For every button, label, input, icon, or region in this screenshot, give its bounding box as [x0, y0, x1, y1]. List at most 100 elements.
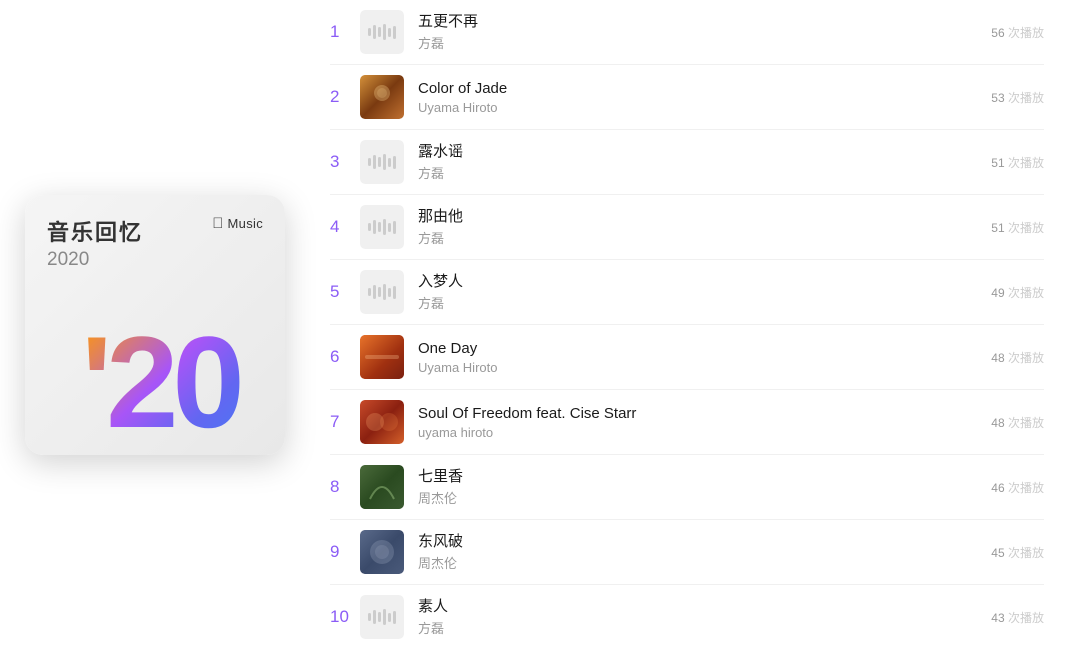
waveform-icon — [368, 154, 396, 170]
track-name: One Day — [418, 339, 975, 359]
track-artist: 周杰伦 — [418, 553, 975, 572]
plays-count: 51 — [991, 156, 1004, 170]
track-info: 素人方磊 — [418, 597, 975, 638]
track-number: 4 — [330, 217, 360, 237]
plays-count: 46 — [991, 481, 1004, 495]
track-thumbnail — [360, 465, 404, 509]
track-row[interactable]: 2 Color of JadeUyama Hiroto 53 次播放 — [330, 65, 1044, 130]
waveform-icon — [368, 284, 396, 300]
track-row[interactable]: 7 Soul Of Freedom feat. Cise Starruyama … — [330, 390, 1044, 455]
track-name: 东风破 — [418, 532, 975, 552]
track-row[interactable]: 8 七里香周杰伦 46 次播放 — [330, 455, 1044, 520]
track-artist: Uyama Hiroto — [418, 360, 975, 375]
track-name: Color of Jade — [418, 79, 975, 99]
track-list: 1 五更不再方磊56 次播放2 Color of JadeUyama Hir — [310, 0, 1074, 649]
plays-count: 56 — [991, 26, 1004, 40]
apple-music-logo:  Music — [212, 215, 263, 232]
track-number: 8 — [330, 477, 360, 497]
track-thumbnail — [360, 140, 404, 184]
track-number: 9 — [330, 542, 360, 562]
track-number: 6 — [330, 347, 360, 367]
track-artist: 方磊 — [418, 618, 975, 637]
track-info: Soul Of Freedom feat. Cise Starruyama hi… — [418, 404, 975, 441]
track-thumbnail — [360, 530, 404, 574]
track-info: 东风破周杰伦 — [418, 532, 975, 573]
track-artist: uyama hiroto — [418, 425, 975, 440]
album-cover: 音乐回忆 2020  Music '20 — [25, 195, 285, 455]
track-info: 五更不再方磊 — [418, 12, 975, 53]
track-artist: 方磊 — [418, 293, 975, 312]
track-artist: 周杰伦 — [418, 488, 975, 507]
track-name: 入梦人 — [418, 272, 975, 292]
plays-label: 次播放 — [1008, 91, 1044, 105]
album-year: 2020 — [47, 249, 143, 271]
plays-count: 45 — [991, 546, 1004, 560]
track-info: 那由他方磊 — [418, 207, 975, 248]
track-artist: 方磊 — [418, 33, 975, 52]
track-plays: 49 次播放 — [991, 284, 1044, 301]
track-artist: 方磊 — [418, 228, 975, 247]
track-plays: 46 次播放 — [991, 479, 1044, 496]
track-thumbnail — [360, 205, 404, 249]
track-thumbnail — [360, 75, 404, 119]
track-name: 五更不再 — [418, 12, 975, 32]
track-artist: 方磊 — [418, 163, 975, 182]
track-row[interactable]: 5 入梦人方磊 49 次播放 — [330, 260, 1044, 325]
left-panel: 音乐回忆 2020  Music '20 — [0, 0, 310, 649]
plays-count: 48 — [991, 351, 1004, 365]
waveform-icon — [368, 609, 396, 625]
track-plays: 45 次播放 — [991, 544, 1044, 561]
track-row[interactable]: 3 露水谣方磊51 次播放 — [330, 130, 1044, 195]
plays-count: 49 — [991, 286, 1004, 300]
waveform-icon — [368, 219, 396, 235]
track-row[interactable]: 1 五更不再方磊 56 次播放 — [330, 0, 1044, 65]
track-info: 露水谣方磊 — [418, 142, 975, 183]
apple-music-text: Music — [228, 216, 263, 231]
track-name: 那由他 — [418, 207, 975, 227]
track-row[interactable]: 10 素人方磊 43 次播放 — [330, 585, 1044, 649]
track-name: 七里香 — [418, 467, 975, 487]
track-plays: 53 次播放 — [991, 89, 1044, 106]
plays-label: 次播放 — [1008, 156, 1044, 170]
plays-label: 次播放 — [1008, 26, 1044, 40]
plays-count: 53 — [991, 91, 1004, 105]
track-row[interactable]: 9 东风破周杰伦 45 次播放 — [330, 520, 1044, 585]
track-plays: 43 次播放 — [991, 609, 1044, 626]
track-info: 入梦人方磊 — [418, 272, 975, 313]
plays-label: 次播放 — [1008, 351, 1044, 365]
plays-count: 51 — [991, 221, 1004, 235]
plays-label: 次播放 — [1008, 416, 1044, 430]
plays-label: 次播放 — [1008, 481, 1044, 495]
track-row[interactable]: 4 那由他方磊 51 次播放 — [330, 195, 1044, 260]
track-plays: 48 次播放 — [991, 349, 1044, 366]
plays-label: 次播放 — [1008, 221, 1044, 235]
track-row[interactable]: 6 One DayUyama Hiroto 48 次播放 — [330, 325, 1044, 390]
track-name: 露水谣 — [418, 142, 975, 162]
track-number: 5 — [330, 282, 360, 302]
track-number: 7 — [330, 412, 360, 432]
track-thumbnail — [360, 400, 404, 444]
track-plays: 51 次播放 — [991, 219, 1044, 236]
apple-icon:  — [212, 215, 223, 232]
track-plays: 56 次播放 — [991, 24, 1044, 41]
track-plays: 48 次播放 — [991, 414, 1044, 431]
track-name: Soul Of Freedom feat. Cise Starr — [418, 404, 975, 424]
plays-count: 43 — [991, 611, 1004, 625]
album-title-cn: 音乐回忆 — [47, 215, 143, 247]
track-artist: Uyama Hiroto — [418, 100, 975, 115]
plays-label: 次播放 — [1008, 546, 1044, 560]
track-number: 1 — [330, 22, 360, 42]
plays-label: 次播放 — [1008, 611, 1044, 625]
track-info: Color of JadeUyama Hiroto — [418, 79, 975, 116]
waveform-icon — [368, 24, 396, 40]
track-thumbnail — [360, 595, 404, 639]
plays-label: 次播放 — [1008, 286, 1044, 300]
track-plays: 51 次播放 — [991, 154, 1044, 171]
track-thumbnail — [360, 270, 404, 314]
track-number: 10 — [330, 607, 360, 627]
track-number: 2 — [330, 87, 360, 107]
track-info: 七里香周杰伦 — [418, 467, 975, 508]
plays-count: 48 — [991, 416, 1004, 430]
track-thumbnail — [360, 335, 404, 379]
big-year-display: '20 — [25, 317, 285, 447]
